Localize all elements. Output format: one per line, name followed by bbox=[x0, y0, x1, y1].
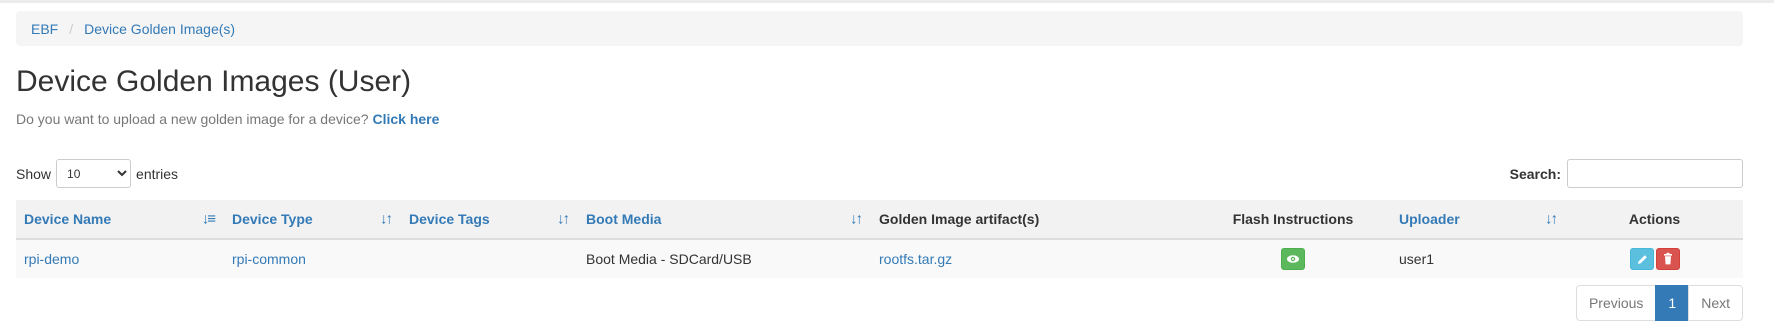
breadcrumb-separator: / bbox=[69, 20, 74, 37]
column-header-label: Device Name bbox=[24, 211, 112, 227]
search-label: Search: bbox=[1509, 165, 1561, 182]
column-header-label: Actions bbox=[1628, 211, 1681, 227]
cell-artifact: rootfs.tar.gz bbox=[871, 239, 1195, 278]
upload-intro-text: Do you want to upload a new golden image… bbox=[16, 111, 369, 127]
column-header-flash-instructions: Flash Instructions bbox=[1195, 200, 1391, 240]
column-header-actions: Actions bbox=[1566, 200, 1743, 240]
sort-arrows-icon: ↓↑ bbox=[1545, 210, 1558, 228]
pagination-page-1[interactable]: 1 bbox=[1655, 285, 1690, 321]
cell-device-name: rpi-demo bbox=[16, 239, 224, 278]
column-header-device-type[interactable]: Device Type ↓↑ bbox=[224, 200, 401, 240]
sort-arrows-icon: ↓↑ bbox=[850, 210, 863, 228]
cell-device-tags bbox=[401, 239, 578, 278]
cell-device-type: rpi-common bbox=[224, 239, 401, 278]
device-type-link[interactable]: rpi-common bbox=[232, 251, 306, 267]
pencil-icon bbox=[1637, 255, 1647, 264]
column-header-uploader[interactable]: Uploader ↓↑ bbox=[1391, 200, 1566, 240]
table-row: rpi-demo rpi-common Boot Media - SDCard/… bbox=[16, 239, 1743, 278]
cell-boot-media: Boot Media - SDCard/USB bbox=[586, 251, 752, 267]
column-header-label: Device Tags bbox=[409, 211, 490, 227]
cell-uploader: user1 bbox=[1399, 251, 1435, 267]
column-header-artifacts: Golden Image artifact(s) bbox=[871, 200, 1195, 240]
column-header-label: Uploader bbox=[1399, 211, 1460, 227]
breadcrumb-link-golden-images[interactable]: Device Golden Image(s) bbox=[84, 21, 235, 37]
column-header-label: Boot Media bbox=[586, 211, 662, 227]
column-header-label: Device Type bbox=[232, 211, 313, 227]
breadcrumb-link-ebf[interactable]: EBF bbox=[31, 21, 58, 37]
show-label: Show bbox=[16, 165, 52, 182]
table-search: Search: bbox=[1510, 159, 1743, 188]
delete-button[interactable] bbox=[1655, 248, 1680, 270]
entries-label: entries bbox=[136, 165, 179, 182]
artifact-link[interactable]: rootfs.tar.gz bbox=[879, 251, 952, 267]
sort-arrows-icon: ↓↑ bbox=[557, 210, 570, 228]
cell-actions bbox=[1566, 239, 1743, 278]
column-header-label: Flash Instructions bbox=[1232, 211, 1354, 227]
sort-arrows-icon: ↓↑ bbox=[380, 210, 393, 228]
cell-flash-instructions bbox=[1195, 239, 1391, 278]
entries-length-control: Show 10 entries bbox=[16, 159, 178, 188]
entries-per-page-select[interactable]: 10 bbox=[56, 159, 132, 188]
pagination-next[interactable]: Next bbox=[1688, 285, 1743, 321]
golden-images-table: Device Name ↓≡ Device Type ↓↑ Device Tag… bbox=[16, 200, 1743, 278]
edit-button[interactable] bbox=[1629, 248, 1654, 270]
column-header-boot-media[interactable]: Boot Media ↓↑ bbox=[578, 200, 871, 240]
page-title: Device Golden Images (User) bbox=[16, 65, 412, 98]
table-header-row: Device Name ↓≡ Device Type ↓↑ Device Tag… bbox=[16, 200, 1743, 240]
device-name-link[interactable]: rpi-demo bbox=[24, 251, 79, 267]
eye-icon bbox=[1287, 255, 1299, 263]
breadcrumb: EBF / Device Golden Image(s) bbox=[16, 11, 1743, 46]
sort-ascending-icon: ↓≡ bbox=[201, 210, 216, 228]
view-flash-instructions-button[interactable] bbox=[1281, 248, 1305, 270]
column-header-device-name[interactable]: Device Name ↓≡ bbox=[16, 200, 224, 240]
top-border bbox=[0, 0, 1774, 3]
pagination: Previous 1 Next bbox=[1575, 285, 1743, 321]
column-header-device-tags[interactable]: Device Tags ↓↑ bbox=[401, 200, 578, 240]
upload-link[interactable]: Click here bbox=[372, 111, 439, 127]
column-header-label: Golden Image artifact(s) bbox=[879, 211, 1040, 227]
upload-intro: Do you want to upload a new golden image… bbox=[16, 111, 439, 127]
pagination-previous[interactable]: Previous bbox=[1575, 285, 1657, 321]
trash-icon bbox=[1663, 252, 1672, 265]
search-input[interactable] bbox=[1567, 159, 1743, 188]
